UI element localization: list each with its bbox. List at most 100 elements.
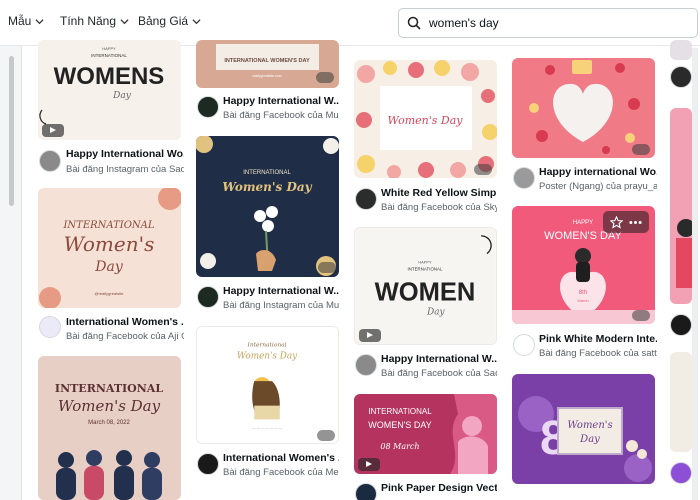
card-subtitle: Bài đăng Facebook của Must ...	[223, 110, 339, 121]
svg-text:— — — — — — —: — — — — — — —	[252, 426, 282, 430]
thumb-text: Day	[112, 91, 132, 101]
premium-badge	[316, 72, 334, 83]
thumb-text: 08 March	[380, 442, 419, 451]
thumb-text: INTERNATIONAL	[408, 266, 443, 271]
card-subtitle: Bài đăng Facebook của sattri	[539, 348, 657, 359]
search-icon	[407, 16, 421, 30]
thumb-text: WOMEN'S DAY	[368, 420, 432, 430]
template-thumbnail[interactable]: Women's Day	[354, 60, 497, 178]
thumb-text: International	[247, 343, 287, 349]
thumb-text: INTERNATIONAL	[91, 53, 127, 58]
template-thumbnail[interactable]	[512, 58, 655, 158]
womens-day-thumbnail-6: International Women's Day — — — — — — —	[197, 327, 338, 443]
template-thumbnail[interactable]: 8 Women's Day	[512, 374, 655, 484]
premium-badge	[632, 144, 650, 155]
right-scrollbar[interactable]	[692, 48, 698, 500]
thumb-text: March	[577, 298, 588, 303]
thumb-text: Day	[426, 308, 445, 318]
thumb-text: Women's Day	[222, 180, 312, 194]
card-title[interactable]: Happy International W...	[381, 353, 497, 365]
card-subtitle: Bài đăng Instagram của Mus...	[223, 300, 339, 311]
thumb-text: Day	[579, 434, 600, 445]
card-title[interactable]: Happy International Wo...	[66, 148, 184, 160]
search-input[interactable]	[429, 16, 679, 30]
template-thumbnail[interactable]	[670, 352, 692, 452]
thumb-text: @reallygreatsite	[95, 291, 125, 296]
template-thumbnail[interactable]: INTERNATIONAL Women's Day	[196, 136, 339, 277]
thumb-text: Women's Day	[237, 351, 298, 361]
search-box	[398, 8, 698, 38]
thumb-text: HAPPY	[102, 46, 116, 51]
avatar	[670, 66, 692, 88]
avatar	[197, 453, 219, 475]
template-thumbnail[interactable]: INTERNATIONAL WOMEN'S DAY 08 March	[354, 394, 497, 474]
womens-day-thumbnail-5: INTERNATIONAL Women's Day	[196, 136, 339, 277]
play-icon	[359, 329, 381, 342]
play-icon	[358, 458, 380, 471]
card-title[interactable]: White Red Yellow Simpl...	[381, 187, 497, 199]
womens-day-thumbnail-12: 8 Women's Day	[512, 374, 655, 484]
card-subtitle: Bài đăng Facebook của Aji G...	[66, 331, 184, 342]
avatar	[39, 316, 61, 338]
card-subtitle: Poster (Ngang) của prayu_az...	[539, 181, 657, 192]
thumb-text: HAPPY	[573, 220, 593, 226]
avatar	[197, 286, 219, 308]
card-subtitle: Bài đăng Facebook của Sadaf...	[381, 368, 497, 379]
left-scrollbar[interactable]	[9, 56, 14, 206]
avatar	[670, 462, 692, 484]
avatar	[513, 334, 535, 356]
avatar	[355, 483, 377, 500]
template-thumbnail[interactable]: HAPPY INTERNATIONAL WOMEN Day	[354, 227, 497, 345]
template-thumbnail[interactable]: INTERNATIONAL WOMEN'S DAY reallygreatsit…	[196, 40, 339, 88]
template-thumbnail[interactable]: INTERNATIONAL Women's Day March 08, 2022	[38, 356, 181, 500]
nav-bang-gia[interactable]: Bảng Giá	[138, 14, 201, 28]
card-subtitle: Bài đăng Facebook của Skyla ...	[381, 202, 497, 213]
template-thumbnail[interactable]	[670, 40, 692, 60]
premium-badge	[317, 430, 335, 441]
card-title[interactable]: Happy International W...	[223, 285, 339, 297]
template-thumbnail[interactable]: International Women's Day — — — — — — —	[196, 326, 339, 444]
thumb-text: Women's Day	[58, 397, 161, 415]
card-subtitle: Bài đăng Instagram của Sada...	[66, 164, 184, 175]
template-thumbnail[interactable]: INTERNATIONAL Women's Day @reallygreatsi…	[38, 188, 181, 308]
womens-day-thumbnail-7: Women's Day	[354, 60, 497, 178]
star-icon[interactable]	[610, 215, 623, 229]
nav-mau[interactable]: Mẫu	[8, 14, 44, 28]
womens-day-thumbnail-3: INTERNATIONAL Women's Day March 08, 2022	[38, 356, 181, 500]
thumb-text: Women's Day	[388, 114, 464, 127]
card-subtitle: Bài đăng Facebook của Meet...	[223, 467, 339, 478]
card-title[interactable]: Happy International W...	[223, 95, 339, 107]
thumb-text: WOMENS	[54, 63, 165, 90]
chevron-down-icon	[192, 18, 201, 24]
womens-day-thumbnail-partial	[670, 108, 692, 304]
card-title[interactable]: Pink Paper Design Vect...	[381, 482, 497, 494]
womens-day-thumbnail-2: INTERNATIONAL Women's Day @reallygreatsi…	[38, 188, 181, 308]
template-thumbnail[interactable]: HAPPY INTERNATIONAL WOMENS Day	[38, 40, 181, 140]
play-icon	[42, 124, 64, 137]
avatar	[197, 96, 219, 118]
thumb-text: Women's	[567, 420, 612, 431]
womens-day-thumbnail-8: HAPPY INTERNATIONAL WOMEN Day	[355, 228, 496, 344]
thumb-text: HAPPY	[418, 259, 432, 264]
heart-gifts-thumbnail	[512, 58, 655, 158]
premium-badge	[318, 262, 336, 273]
more-icon[interactable]	[629, 220, 642, 225]
nav-mau-label: Mẫu	[8, 14, 32, 28]
nav-tinh-nang-label: Tính Năng	[60, 14, 117, 28]
nav-tinh-nang[interactable]: Tính Năng	[60, 14, 129, 28]
card-title[interactable]: International Women's ...	[66, 316, 184, 328]
thumb-text: Women's	[64, 232, 155, 256]
avatar	[355, 188, 377, 210]
card-title[interactable]: International Women's ...	[223, 452, 339, 464]
thumb-text: March 08, 2022	[88, 420, 130, 426]
template-thumbnail[interactable]	[670, 108, 692, 304]
chevron-down-icon	[120, 18, 129, 24]
thumb-text: WOMEN	[375, 279, 476, 307]
thumb-text: 8th	[579, 290, 587, 296]
thumb-text: INTERNATIONAL	[55, 382, 163, 395]
card-hover-toolbar	[603, 211, 649, 233]
card-title[interactable]: Pink White Modern Inte...	[539, 333, 657, 345]
card-title[interactable]: Happy international Wo...	[539, 166, 657, 178]
thumb-text: Day	[94, 259, 124, 275]
premium-badge	[474, 164, 492, 175]
